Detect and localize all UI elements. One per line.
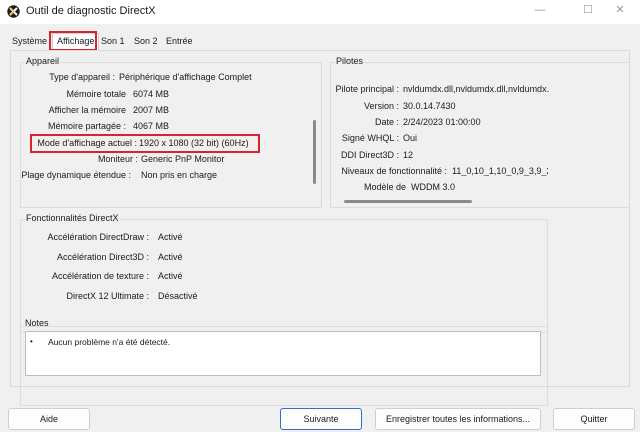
date-value: 2/24/2023 01:00:00 [403, 117, 481, 127]
notes-text: Aucun problème n'a été détecté. [48, 337, 171, 347]
next-button[interactable]: Suivante [280, 408, 362, 430]
texture-label: Accélération de texture : [51, 271, 149, 281]
version-label: Version : [363, 101, 399, 111]
save-all-button[interactable]: Enregistrer toutes les informations... [375, 408, 541, 430]
tab-son-1[interactable]: Son 1 [97, 34, 129, 49]
texture-value: Activé [158, 271, 183, 281]
monitor-label: Moniteur : [97, 154, 138, 164]
window-title: Outil de diagnostic DirectX [26, 5, 156, 17]
direct3d-value: Activé [158, 252, 183, 262]
help-button[interactable]: Aide [8, 408, 90, 430]
ddi-value: 12 [403, 150, 414, 160]
display-mode-highlight-annotation [30, 134, 260, 153]
notes-textbox[interactable]: • Aucun problème n'a été détecté. [25, 331, 541, 376]
driver-model-value: WDDM 3.0 [411, 182, 456, 192]
total-memory-label: Mémoire totale [66, 89, 126, 99]
date-label: Date : [374, 117, 399, 127]
display-memory-label: Afficher la mémoire [48, 105, 126, 115]
feature-levels-value: 11_0,10_1,10_0,9_3,9_2 [452, 166, 548, 176]
drivers-horizontal-scrollbar[interactable] [344, 200, 472, 203]
feature-levels-label: Niveaux de fonctionnalité : [341, 166, 447, 176]
ddi-label: DDI Direct3D : [340, 150, 399, 160]
main-driver-label: Pilote principal : [335, 84, 399, 94]
monitor-value: Generic PnP Monitor [141, 154, 225, 164]
title-bar: Outil de diagnostic DirectX — ☐ ✕ [0, 0, 640, 24]
dx12-ultimate-value: Désactivé [158, 291, 198, 301]
version-value: 30.0.14.7430 [403, 101, 456, 111]
main-driver-value: nvldumdx.dll,nvldumdx.dll,nvldumdx.d [403, 84, 549, 94]
tab-highlight-annotation [49, 31, 97, 51]
device-vertical-scrollbar[interactable] [313, 120, 316, 184]
hdr-label: Plage dynamique étendue : [21, 170, 131, 180]
dx12-ultimate-label: DirectX 12 Ultimate : [66, 291, 149, 301]
whql-value: Oui [403, 133, 418, 143]
device-group-title: Appareil [25, 56, 61, 66]
shared-memory-label: Mémoire partagée : [47, 121, 126, 131]
close-button[interactable]: ✕ [600, 0, 640, 20]
dialog-client-area: Système Affichage Son 1 Son 2 Entrée App… [0, 24, 640, 432]
whql-label: Signé WHQL : [341, 133, 399, 143]
directdraw-label: Accélération DirectDraw : [47, 232, 149, 242]
tab-entree[interactable]: Entrée [162, 34, 197, 49]
minimize-button[interactable]: — [520, 0, 560, 20]
driver-model-label: Modèle de [363, 182, 406, 192]
total-memory-value: 6074 MB [133, 89, 170, 99]
directx-app-icon [7, 5, 20, 18]
features-group-title: Fonctionnalités DirectX [25, 213, 120, 223]
tab-systeme[interactable]: Système [8, 34, 51, 49]
direct3d-label: Accélération Direct3D : [56, 252, 149, 262]
notes-bullet: • [30, 337, 33, 346]
device-type-value: Périphérique d'affichage Complet [119, 72, 252, 82]
hdr-value: Non pris en charge [141, 170, 218, 180]
drivers-group-title: Pilotes [335, 56, 365, 66]
directdraw-value: Activé [158, 232, 183, 242]
tab-son-2[interactable]: Son 2 [130, 34, 162, 49]
device-type-label: Type d'appareil : [49, 72, 115, 82]
shared-memory-value: 4067 MB [133, 121, 170, 131]
display-memory-value: 2007 MB [133, 105, 170, 115]
quit-button[interactable]: Quitter [553, 408, 635, 430]
